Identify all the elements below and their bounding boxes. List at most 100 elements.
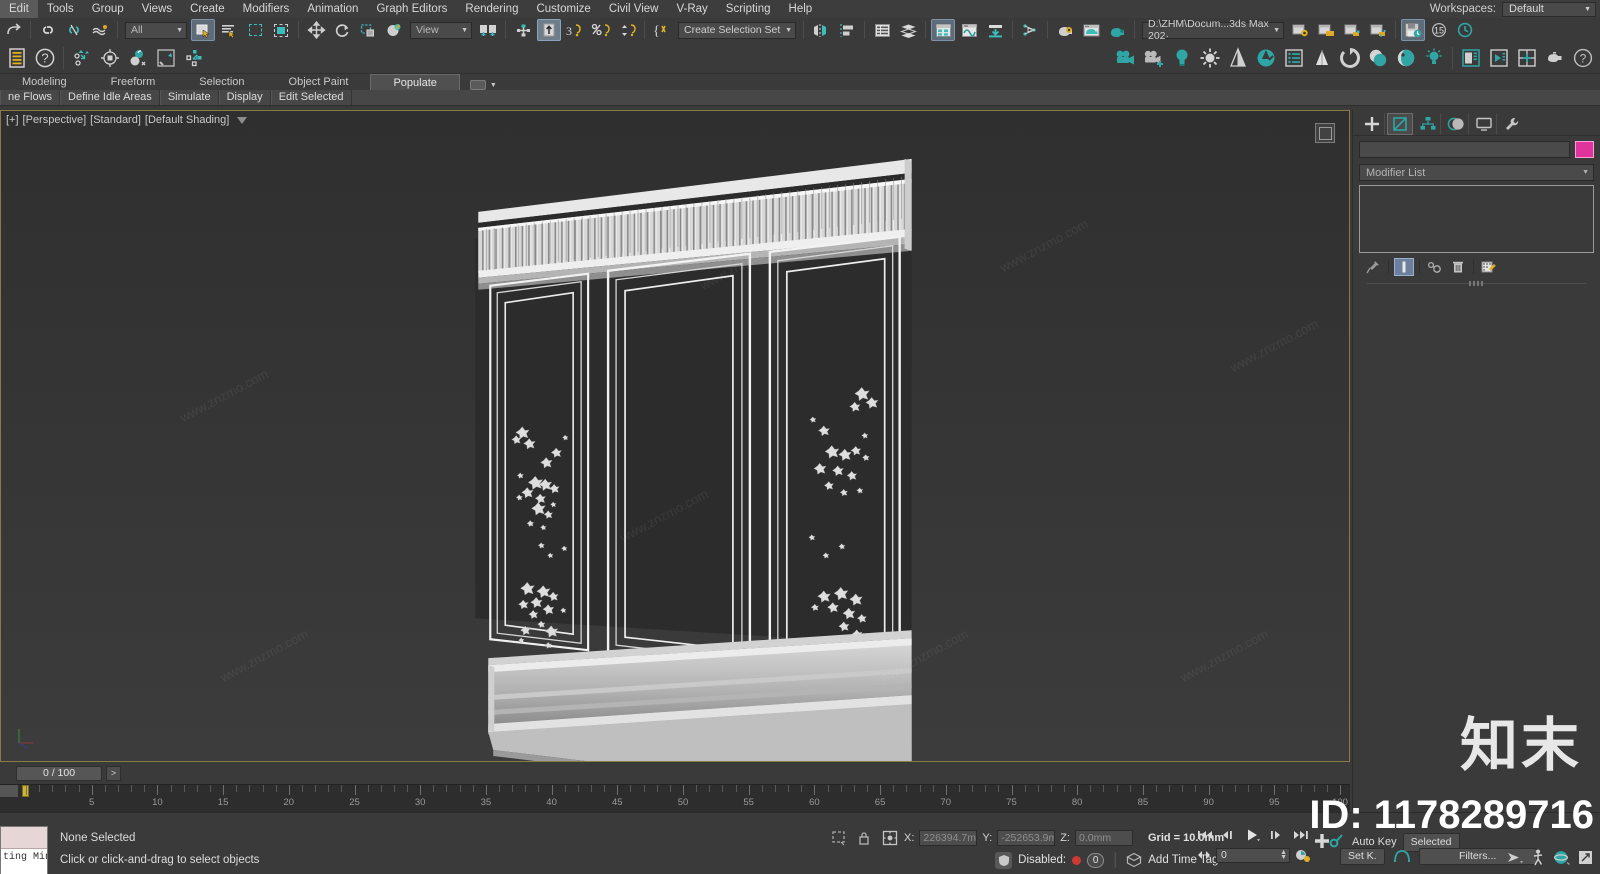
select-and-rotate-icon[interactable]: [330, 19, 354, 41]
render-setup-icon[interactable]: [1079, 19, 1103, 41]
hierarchy-tab[interactable]: [1415, 112, 1441, 135]
viewport-layout-icon[interactable]: [1514, 45, 1540, 71]
menu-item-views[interactable]: Views: [133, 0, 181, 18]
viewport-label-plus[interactable]: [+]: [6, 114, 19, 126]
time-slider[interactable]: 0 / 100 >: [0, 763, 1350, 783]
light-icon[interactable]: [1169, 45, 1195, 71]
vray-proxy-icon[interactable]: [1309, 45, 1335, 71]
vray-frame-buffer-icon[interactable]: [1281, 45, 1307, 71]
configure-modifier-sets-icon[interactable]: [1479, 258, 1499, 276]
ribbon-tab-object-paint[interactable]: Object Paint: [267, 74, 371, 90]
slate-material-editor-icon[interactable]: [1458, 45, 1484, 71]
align-icon[interactable]: [835, 19, 859, 41]
menu-item-tools[interactable]: Tools: [38, 0, 83, 18]
snap-toggle-icon[interactable]: [537, 19, 561, 41]
selection-filter-combo[interactable]: All ▼: [125, 21, 187, 39]
selection-set-combo[interactable]: Create Selection Set ▼: [678, 21, 796, 39]
select-and-place-icon[interactable]: [382, 19, 406, 41]
current-frame-input[interactable]: 0 ▲ ▼: [1216, 847, 1290, 863]
select-and-scale-icon[interactable]: [356, 19, 380, 41]
menu-item-civil-view[interactable]: Civil View: [600, 0, 668, 18]
y-coordinate-field[interactable]: -252653.9mm: [997, 830, 1056, 846]
pin-stack-icon[interactable]: [1363, 258, 1383, 276]
track-view-curve-icon[interactable]: [957, 19, 981, 41]
go-to-start-icon[interactable]: [1196, 827, 1214, 842]
default-in-out-tangent-icon[interactable]: [1392, 847, 1412, 865]
ribbon-tab-modeling[interactable]: Modeling: [0, 74, 89, 90]
filter-funnel-icon[interactable]: [237, 116, 248, 124]
viewport-label-view[interactable]: [Perspective]: [23, 114, 87, 126]
select-by-name-icon[interactable]: [217, 19, 241, 41]
angle-snap-icon[interactable]: 3: [563, 19, 587, 41]
vray-light-icon[interactable]: [1421, 45, 1447, 71]
scene-converter-icon[interactable]: [4, 45, 30, 71]
key-mode-toggle-icon[interactable]: [1196, 849, 1212, 861]
selection-lock-icon[interactable]: [857, 829, 871, 847]
orbit-icon[interactable]: [1552, 849, 1570, 866]
next-frame-button[interactable]: >: [106, 765, 121, 781]
quick-align-icon[interactable]: [153, 45, 179, 71]
render-production-icon[interactable]: [1105, 19, 1129, 41]
ribbon-button-simulate[interactable]: Simulate: [159, 90, 219, 105]
workspace-selector[interactable]: Default ▼: [1502, 1, 1596, 17]
remove-modifier-icon[interactable]: [1448, 258, 1468, 276]
modifier-stack[interactable]: [1359, 185, 1594, 253]
render-in-cloud-icon[interactable]: [1366, 19, 1390, 41]
menu-item-modifiers[interactable]: Modifiers: [234, 0, 299, 18]
vray-render-icon[interactable]: [1337, 45, 1363, 71]
z-coordinate-field[interactable]: 0.0mm: [1074, 830, 1133, 846]
viewport-label[interactable]: [+] [Perspective] [Standard] [Default Sh…: [6, 114, 248, 126]
absolute-relative-toggle-icon[interactable]: [881, 829, 899, 847]
menu-item-edit[interactable]: Edit: [0, 0, 38, 18]
maximize-viewport-icon[interactable]: [1577, 849, 1594, 866]
menu-item-create[interactable]: Create: [181, 0, 234, 18]
menu-item-group[interactable]: Group: [83, 0, 133, 18]
track-bar[interactable]: 5 10 15 20 25 30 35 40 45 50 55 60 65 70 75 80 85 90 95 100: [0, 784, 1350, 812]
sunlight-icon[interactable]: [1197, 45, 1223, 71]
ribbon-button-define-idle-areas[interactable]: Define Idle Areas: [60, 90, 160, 105]
manage-layers-icon[interactable]: [69, 45, 95, 71]
create-tab[interactable]: [1359, 112, 1385, 135]
menu-item-vray[interactable]: V-Ray: [667, 0, 716, 18]
camera-icon[interactable]: [1113, 45, 1139, 71]
add-time-tag-icon[interactable]: [1126, 852, 1143, 868]
modifier-list-dropdown[interactable]: Modifier List ▼: [1359, 164, 1594, 181]
ribbon-minimize-icon[interactable]: [469, 80, 486, 90]
autobackup-timer-icon[interactable]: [1453, 19, 1477, 41]
viewport-label-preset[interactable]: [Standard]: [90, 114, 141, 126]
motion-tab[interactable]: [1443, 112, 1469, 135]
set-key-filters-icon[interactable]: [983, 19, 1007, 41]
ribbon-button-flows[interactable]: ne Flows: [0, 90, 61, 105]
menu-item-graph-editors[interactable]: Graph Editors: [367, 0, 456, 18]
object-name-field[interactable]: [1359, 141, 1570, 158]
object-color-swatch[interactable]: [1575, 141, 1594, 158]
place-highlight-icon[interactable]: [125, 45, 151, 71]
layer-explorer-icon[interactable]: [870, 19, 894, 41]
set-key-button[interactable]: Set K.: [1340, 847, 1385, 865]
help-question-icon[interactable]: ?: [1570, 45, 1596, 71]
rectangle-selection-region-icon[interactable]: [243, 19, 267, 41]
reference-coordinate-combo[interactable]: View ▼: [410, 21, 472, 39]
open-folder-icon[interactable]: [1314, 19, 1338, 41]
select-and-manipulate-icon[interactable]: [511, 19, 535, 41]
ribbon-button-edit-selected[interactable]: Edit Selected: [270, 90, 352, 105]
select-object-icon[interactable]: [191, 19, 215, 41]
mirror-icon[interactable]: [809, 19, 833, 41]
edit-named-selection-sets-icon[interactable]: {: [650, 19, 674, 41]
unlink-icon[interactable]: [62, 19, 86, 41]
walkthrough-icon[interactable]: [1531, 849, 1545, 866]
window-crossing-icon[interactable]: [269, 19, 293, 41]
vray-material-icon[interactable]: [1365, 45, 1391, 71]
viewport-label-shading[interactable]: [Default Shading]: [145, 114, 229, 126]
scene-explorer-icon[interactable]: [896, 19, 920, 41]
ribbon-tab-selection[interactable]: Selection: [177, 74, 266, 90]
ribbon-tab-freeform[interactable]: Freeform: [89, 74, 178, 90]
ribbon-tab-populate[interactable]: Populate: [370, 74, 460, 90]
modify-tab[interactable]: [1387, 112, 1413, 135]
curve-editor-icon[interactable]: [931, 19, 955, 41]
render-setup-gear-icon[interactable]: [1288, 19, 1312, 41]
make-unique-icon[interactable]: [1425, 258, 1445, 276]
resize-grip[interactable]: [1468, 281, 1485, 286]
menu-item-help[interactable]: Help: [780, 0, 822, 18]
selection-lock-region-icon[interactable]: [830, 829, 848, 847]
